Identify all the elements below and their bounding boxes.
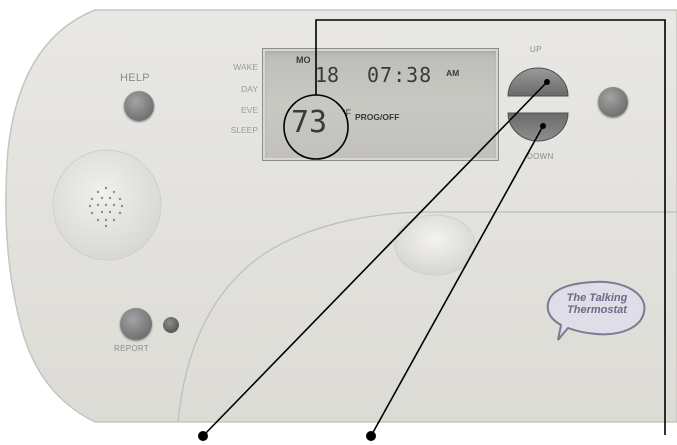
report-button[interactable]: [120, 308, 152, 340]
mode-labels: WAKE DAY EVE SLEEP: [200, 62, 258, 142]
mode-wake-label: WAKE: [233, 62, 258, 72]
temperature-unit: °F: [342, 108, 352, 118]
date-display: 18: [315, 63, 340, 87]
side-button[interactable]: [598, 87, 628, 117]
temperature-display: 73: [291, 105, 328, 140]
day-indicator: MO: [296, 55, 311, 65]
lcd-display: MO 18 07:38 AM 73 °F PROG/OFF: [262, 48, 499, 161]
brand-logo-line2: Thermostat: [567, 304, 627, 316]
mode-sleep-label: SLEEP: [230, 125, 258, 135]
help-button[interactable]: [124, 91, 154, 121]
up-label: UP: [530, 45, 542, 54]
talking-thermostat: HELP REPORT WAKE DAY EVE SLEEP MO 18 07:…: [0, 0, 677, 445]
meridiem-indicator: AM: [446, 68, 460, 78]
mode-eve-label: EVE: [240, 105, 258, 115]
time-display: 07:38: [367, 63, 433, 87]
brand-logo-line1: The Talking: [566, 292, 628, 304]
brand-logo-text: The Talking Thermostat: [561, 292, 633, 316]
report-indicator-light: [163, 317, 179, 333]
help-label: HELP: [120, 72, 150, 84]
down-label: DOWN: [527, 152, 554, 161]
program-status: PROG/OFF: [355, 112, 400, 122]
up-down-rocker: [507, 67, 569, 142]
up-button[interactable]: [507, 67, 569, 97]
mode-day-label: DAY: [241, 84, 258, 94]
report-label: REPORT: [114, 344, 149, 353]
speaker-grille: [88, 186, 124, 228]
down-button[interactable]: [507, 112, 569, 142]
